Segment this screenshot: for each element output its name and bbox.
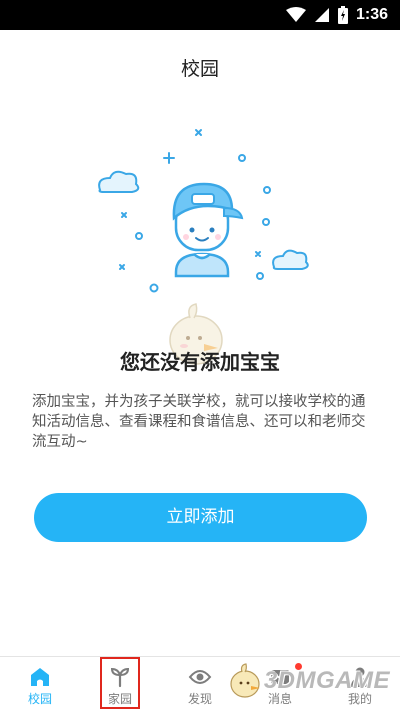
signal-icon <box>314 8 329 22</box>
empty-state-description: 添加宝宝，并为孩子关联学校，就可以接收学校的通知活动信息、查看课程和食谱信息、还… <box>32 394 366 450</box>
status-bar: 1:36 <box>0 0 400 30</box>
tab-label: 校园 <box>27 692 52 706</box>
eye-icon <box>188 670 212 684</box>
tab-highlight-box <box>100 657 140 709</box>
add-baby-button[interactable]: 立即添加 <box>34 493 367 542</box>
page-title: 校园 <box>180 58 219 80</box>
mascot-logo-icon <box>230 663 260 698</box>
school-icon <box>31 668 49 686</box>
status-icons: 1:36 <box>285 5 388 25</box>
wifi-icon <box>285 7 306 22</box>
tab-school[interactable]: 校园 <box>0 657 80 711</box>
battery-icon <box>337 6 348 24</box>
empty-state-title: 您还没有添加宝宝 <box>120 350 280 374</box>
watermark-text: 3DMGAME <box>263 667 390 694</box>
watermark: 3DMGAME <box>226 663 390 699</box>
header: 校园 <box>0 30 400 104</box>
status-time: 1:36 <box>355 6 388 23</box>
child-with-cap-illustration <box>98 129 309 293</box>
